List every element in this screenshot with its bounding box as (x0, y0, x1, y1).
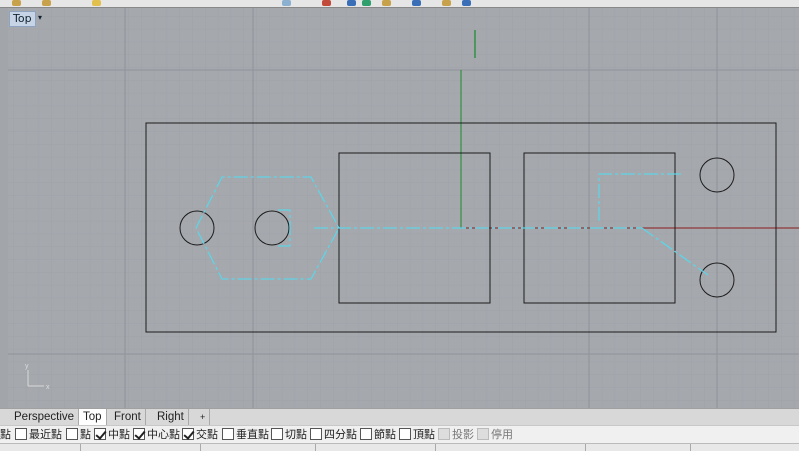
osnap-knot-checkbox[interactable] (360, 428, 372, 440)
osnap-project-label: 投影 (452, 429, 474, 441)
viewport-title[interactable]: Top (9, 11, 36, 27)
osnap-vertex[interactable]: 頂點 (399, 428, 435, 442)
toolbar (0, 0, 799, 8)
osnap-point[interactable]: 點 (66, 428, 91, 442)
axis-icon-y-label: y (25, 363, 29, 370)
tab-front[interactable]: Front (110, 409, 146, 425)
toolbar-icon[interactable] (462, 0, 471, 6)
osnap-project-checkbox[interactable] (438, 428, 450, 440)
osnap-perp[interactable]: 垂直點 (222, 428, 269, 442)
osnap-knot-label: 節點 (374, 429, 396, 441)
osnap-quad-checkbox[interactable] (310, 428, 322, 440)
osnap-perp-label: 垂直點 (236, 429, 269, 441)
toolbar-icon[interactable] (382, 0, 391, 6)
axis-icon-x-label: x (46, 384, 50, 391)
toolbar-icon[interactable] (347, 0, 356, 6)
toolbar-icon[interactable] (92, 0, 101, 6)
osnap-disable-label: 停用 (491, 429, 513, 441)
osnap-tan[interactable]: 切點 (271, 428, 307, 442)
osnap-near-label: 最近點 (29, 429, 62, 441)
toolbar-icon[interactable] (322, 0, 331, 6)
osnap-point-label: 點 (80, 429, 91, 441)
toolbar-icon[interactable] (12, 0, 21, 6)
toolbar-icon[interactable] (42, 0, 51, 6)
osnap-bar: 點 最近點 點 中點 中心點 交點 垂直點 切點 四分點 節點 頂點 投影 停用 (0, 425, 799, 444)
osnap-disable-checkbox[interactable] (477, 428, 489, 440)
toolbar-icon[interactable] (282, 0, 291, 6)
osnap-tan-label: 切點 (285, 429, 307, 441)
osnap-int[interactable]: 交點 (182, 428, 218, 442)
osnap-end[interactable]: 點 (0, 428, 11, 442)
top-viewport[interactable]: y x Top ▾ (8, 8, 799, 408)
viewport-canvas[interactable]: y x (8, 8, 799, 408)
tab-right[interactable]: Right (153, 409, 189, 425)
osnap-center-checkbox[interactable] (133, 428, 145, 440)
add-tab-icon[interactable]: + (196, 409, 211, 425)
toolbar-icon[interactable] (362, 0, 371, 6)
viewport-tabs: Perspective Top Front Right + (0, 408, 799, 426)
osnap-center-label: 中心點 (147, 429, 180, 441)
left-toolbar-strip (0, 8, 8, 408)
osnap-int-label: 交點 (196, 429, 218, 441)
osnap-point-checkbox[interactable] (66, 428, 78, 440)
osnap-near-checkbox[interactable] (15, 428, 27, 440)
osnap-center[interactable]: 中心點 (133, 428, 180, 442)
osnap-vertex-checkbox[interactable] (399, 428, 411, 440)
toolbar-icon[interactable] (442, 0, 451, 6)
tab-top[interactable]: Top (79, 409, 107, 425)
osnap-int-checkbox[interactable] (182, 428, 194, 440)
toolbar-icon[interactable] (412, 0, 421, 6)
osnap-near[interactable]: 最近點 (15, 428, 62, 442)
grid-minor (8, 8, 799, 408)
osnap-quad[interactable]: 四分點 (310, 428, 357, 442)
osnap-knot[interactable]: 節點 (360, 428, 396, 442)
osnap-mid-checkbox[interactable] (94, 428, 106, 440)
osnap-project[interactable]: 投影 (438, 428, 474, 442)
osnap-mid-label: 中點 (108, 429, 130, 441)
viewport-menu-arrow-icon[interactable]: ▾ (38, 13, 42, 22)
osnap-mid[interactable]: 中點 (94, 428, 130, 442)
osnap-vertex-label: 頂點 (413, 429, 435, 441)
tab-perspective[interactable]: Perspective (10, 409, 80, 425)
osnap-end-label: 點 (0, 429, 11, 441)
osnap-tan-checkbox[interactable] (271, 428, 283, 440)
osnap-quad-label: 四分點 (324, 429, 357, 441)
osnap-disable[interactable]: 停用 (477, 428, 513, 442)
osnap-perp-checkbox[interactable] (222, 428, 234, 440)
